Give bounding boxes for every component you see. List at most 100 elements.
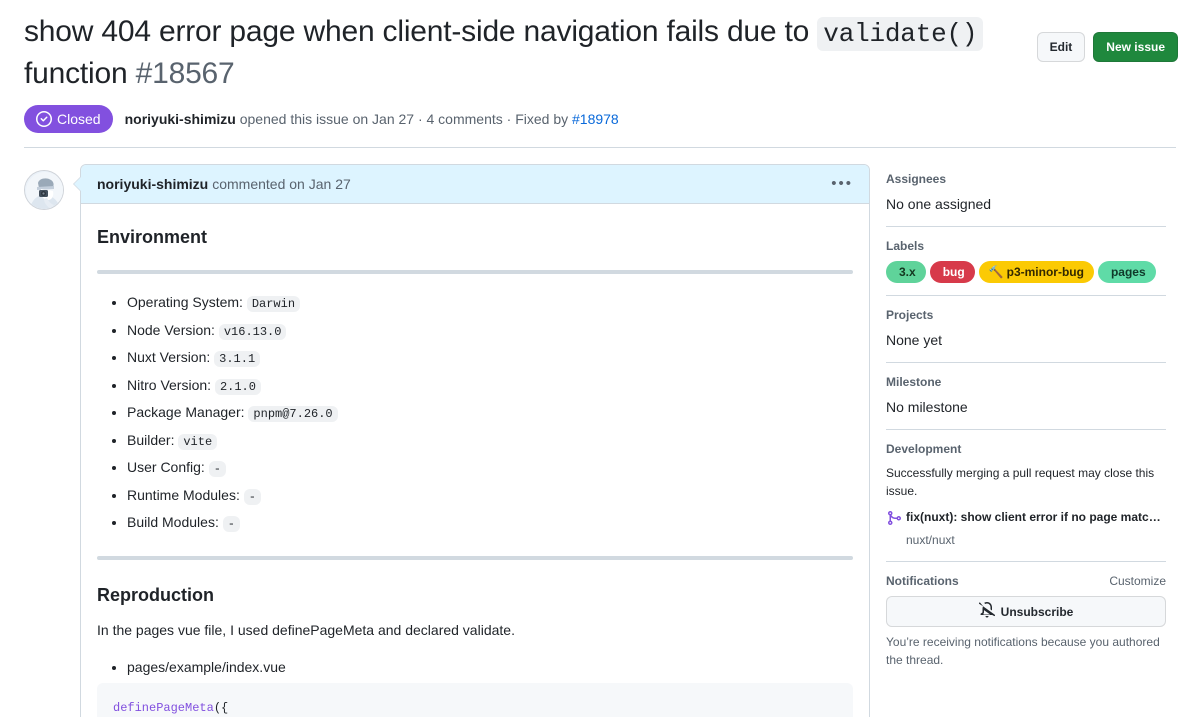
issue-title-inline-code: validate() [817,17,984,51]
list-item: Builder: vite [127,430,853,452]
comment-row: noriyuki-shimizu commented on Jan 27 •••… [24,164,870,717]
reproduction-paragraph: In the pages vue file, I used definePage… [97,622,515,638]
sidebar-section-milestone: Milestone No milestone [886,362,1166,429]
env-label: Operating System: [127,294,243,310]
label-text: bug [942,265,965,279]
list-item: Nitro Version: 2.1.0 [127,375,853,397]
issue-meta-text: noriyuki-shimizu opened this issue on Ja… [125,109,619,129]
pr-title[interactable]: fix(nuxt): show client error if no page … [906,508,1168,526]
kebab-horizontal-icon[interactable]: ••• [831,176,853,191]
environment-list: Operating System: Darwin Node Version: v… [97,292,853,534]
list-item: Nuxt Version: 3.1.1 [127,347,853,369]
env-label: Node Version: [127,321,215,338]
list-item: Node Version: v16.13.0 [127,320,853,342]
unsubscribe-label: Unsubscribe [1000,604,1074,619]
issue-author[interactable]: noriyuki-shimizu [125,111,236,127]
label-chip[interactable]: bug [929,261,975,283]
env-label: Runtime Modules: [127,486,240,503]
label-text: pages [1110,265,1146,279]
bell-slash-icon [978,601,995,621]
sidebar-milestone-value: No milestone [886,399,968,415]
sidebar-labels-title[interactable]: Labels [886,239,1166,253]
sidebar-section-development: Development Successfully merging a pull … [886,429,1168,561]
issue-header: show 404 error page when client-side nav… [0,0,1200,133]
code-block: definePageMeta({ validate: (route) => { … [97,682,853,717]
sidebar-section-assignees: Assignees No one assigned [886,172,1166,226]
new-issue-button[interactable]: New issue [1093,32,1178,62]
git-merge-icon [886,510,902,531]
sidebar-notifications-title: Notifications Customize [886,574,1166,588]
comment-box: noriyuki-shimizu commented on Jan 27 •••… [73,164,870,717]
env-label: User Config: [127,459,205,475]
env-label: Nuxt Version: [127,349,211,365]
comment-timestamp: commented on Jan 27 [212,176,351,192]
issue-body: noriyuki-shimizu commented on Jan 27 •••… [0,148,1200,717]
env-label: Nitro Version: [127,376,212,393]
issue-meta-row: Closed noriyuki-shimizu opened this issu… [24,105,1176,133]
env-value: v16.13.0 [218,323,287,340]
env-value: 3.1.1 [214,351,261,367]
notifications-note: You’re receiving notifications because y… [886,635,1160,667]
sidebar: Assignees No one assigned Labels 3.x bug… [870,164,1168,717]
sidebar-section-notifications: Notifications Customize Unsubscribe You’… [886,561,1166,681]
markdown-divider-2 [97,556,853,560]
label-text: 3.x [899,265,916,279]
issue-number: #18567 [135,57,235,90]
env-value: - [243,488,261,505]
issue-opened-text: opened this issue on Jan 27 · 4 comments… [235,111,572,127]
list-item: Runtime Modules: - [127,485,853,507]
sidebar-projects-value: None yet [886,332,943,348]
title-row: show 404 error page when client-side nav… [24,12,1176,93]
status-badge-label: Closed [57,111,101,127]
header-actions: Edit New issue [1036,32,1178,62]
pr-repository: nuxt/nuxt [906,533,955,547]
env-label: Builder: [127,431,175,448]
markdown-divider-1 [97,270,853,274]
env-value: - [208,461,226,477]
label-text: p3-minor-bug [1006,265,1084,279]
label-chip[interactable]: 🔨 p3-minor-bug [978,261,1094,283]
env-value: vite [178,433,218,450]
sidebar-assignees-value: No one assigned [886,196,992,212]
code-token-function: definePageMeta [113,700,214,715]
sidebar-projects-title[interactable]: Projects [886,308,1166,322]
heading-reproduction: Reproduction [97,585,214,605]
sidebar-development-title[interactable]: Development [886,442,1166,456]
page-title: show 404 error page when client-side nav… [24,12,1034,93]
comment-body: Environment Operating System: Darwin Nod… [81,204,869,717]
issue-title-text-part2: function [24,57,136,90]
comment-header: noriyuki-shimizu commented on Jan 27 ••• [81,165,869,204]
list-item: Operating System: Darwin [127,292,853,314]
env-value: Darwin [246,296,301,312]
status-badge: Closed [24,105,113,133]
env-label: Build Modules: [127,514,219,530]
main-column: noriyuki-shimizu commented on Jan 27 •••… [24,164,870,717]
sidebar-section-projects: Projects None yet [886,295,1166,362]
issue-page: show 404 error page when client-side nav… [0,0,1200,717]
sidebar-milestone-title[interactable]: Milestone [886,375,1166,389]
linked-pull-request[interactable]: fix(nuxt): show client error if no page … [886,508,1168,531]
issue-closed-icon [36,111,52,127]
sidebar-section-labels: Labels 3.x bug 🔨 p3-minor-bug pages [886,226,1166,295]
code-token-rest: ({ [213,700,229,715]
sidebar-development-text: Successfully merging a pull request may … [886,466,1155,498]
sidebar-assignees-title[interactable]: Assignees [886,172,1166,186]
list-item: Build Modules: - [127,512,853,534]
list-item: pages/example/index.vue [127,657,853,677]
list-item: User Config: - [127,457,853,479]
env-value: pnpm@7.26.0 [248,406,338,422]
edit-button[interactable]: Edit [1036,32,1086,62]
customize-link[interactable]: Customize [1109,574,1166,588]
env-value: 2.1.0 [214,378,261,395]
comment-author[interactable]: noriyuki-shimizu [97,174,208,194]
label-chip[interactable]: 3.x [886,261,926,283]
unsubscribe-button[interactable]: Unsubscribe [886,596,1166,627]
label-emoji: 🔨 [988,265,1004,279]
heading-environment: Environment [97,227,208,247]
avatar[interactable] [24,170,64,210]
list-item: Package Manager: pnpm@7.26.0 [127,402,853,424]
notifications-label: Notifications [886,574,959,588]
fixed-by-link[interactable]: #18978 [572,111,619,127]
env-label: Package Manager: [127,404,245,420]
label-chip[interactable]: pages [1097,261,1156,283]
